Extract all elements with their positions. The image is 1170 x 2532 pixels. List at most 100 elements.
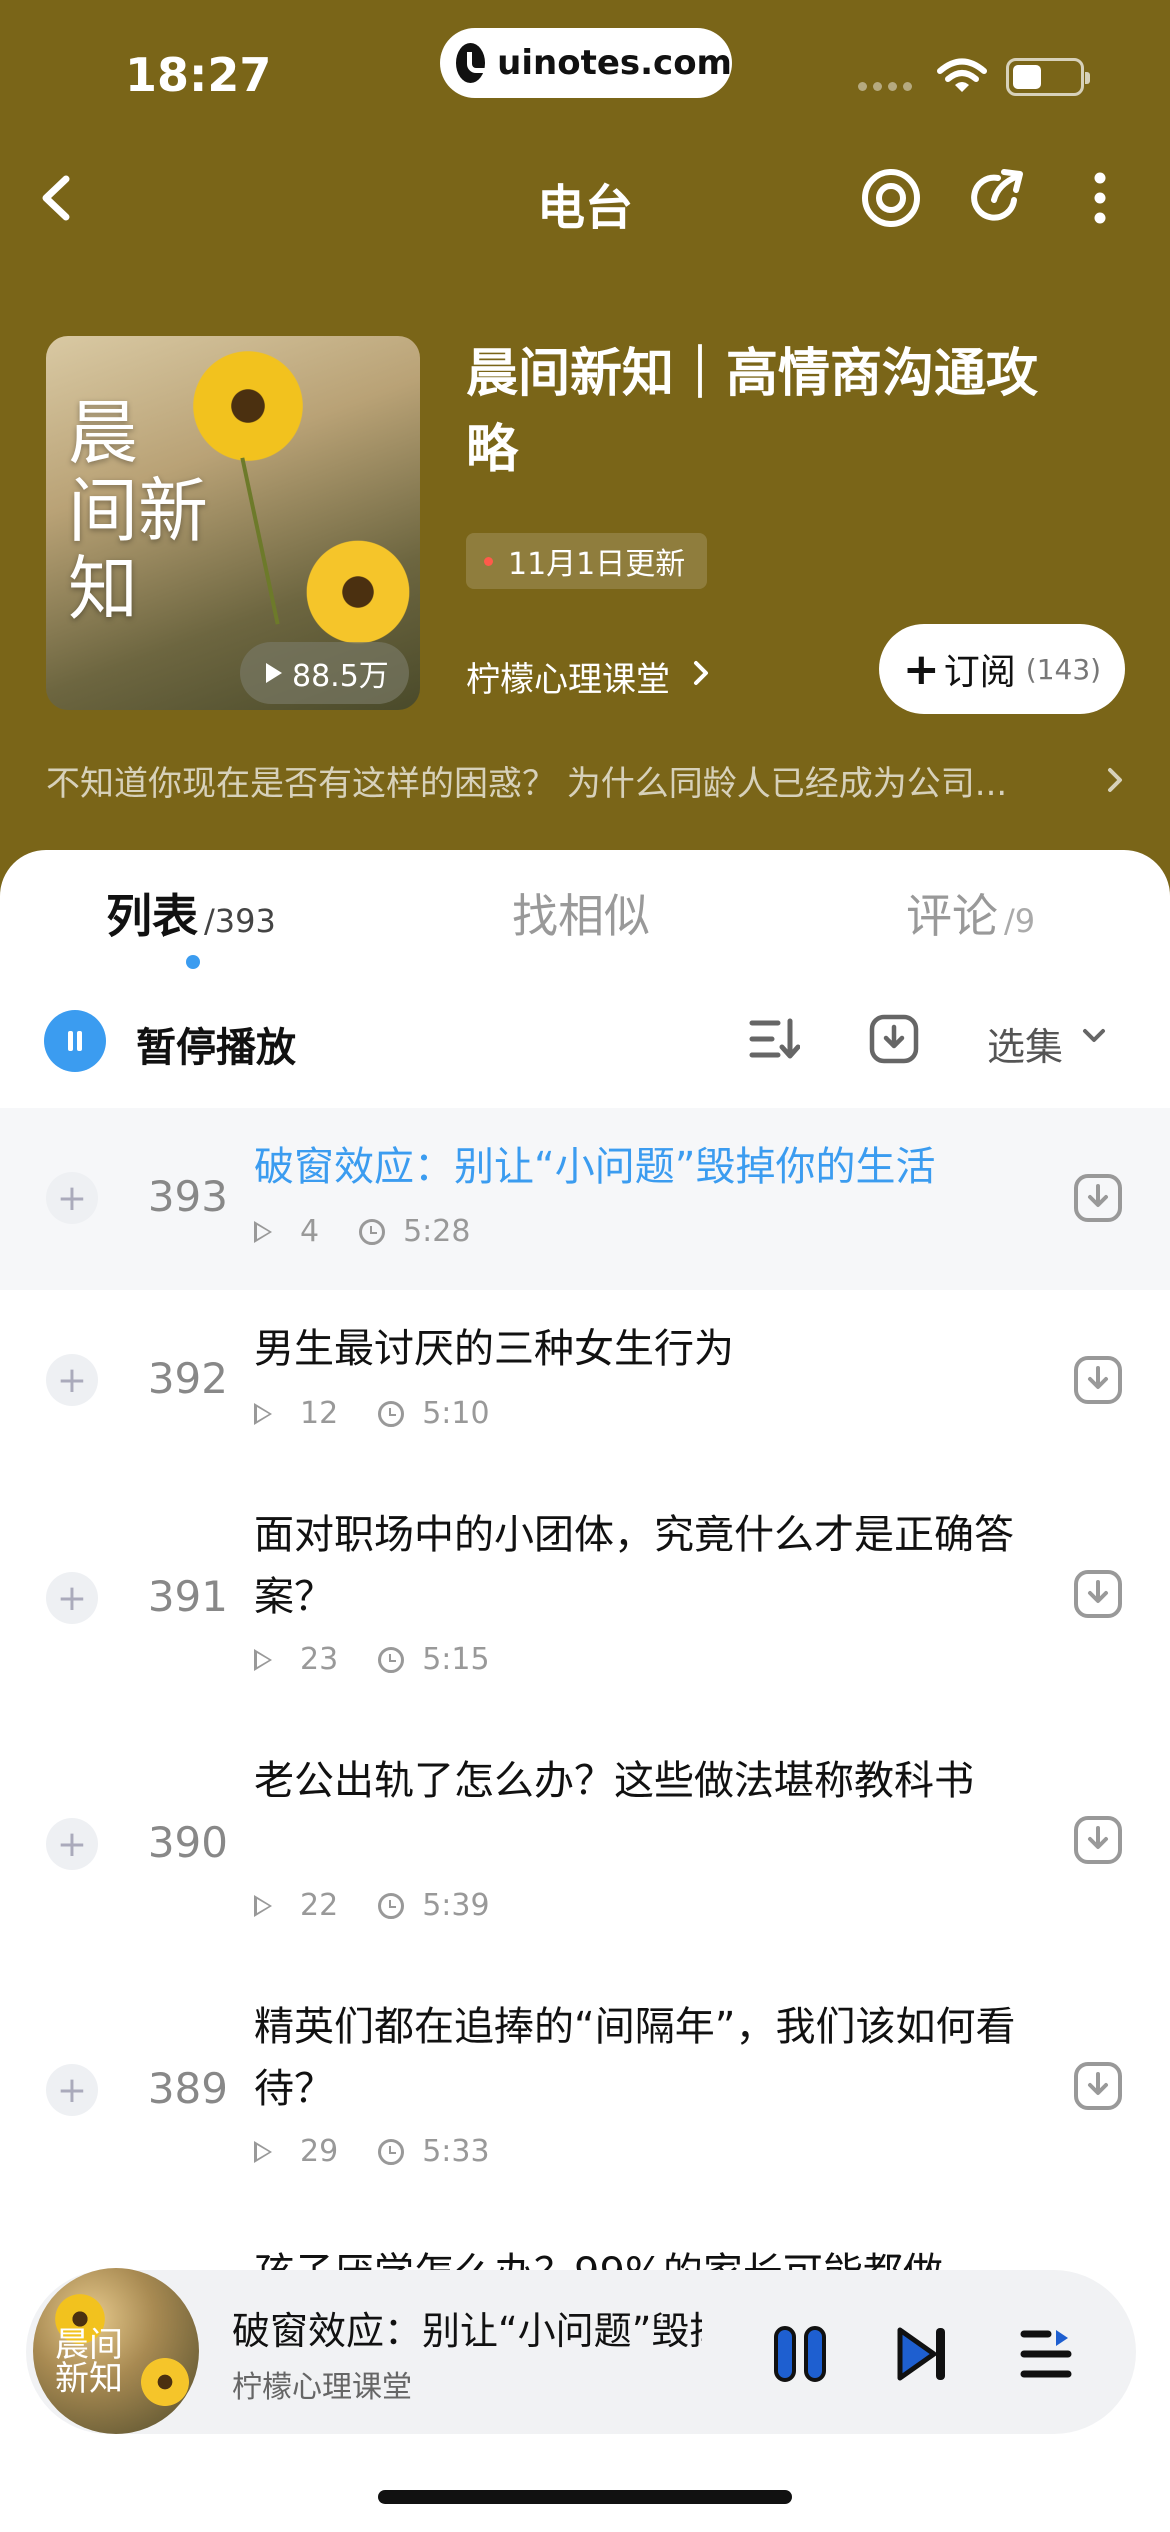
episode-duration: 5:15	[422, 1642, 490, 1677]
subscribe-count: (143)	[1025, 652, 1102, 686]
clock-icon	[378, 2138, 405, 2165]
target-icon	[862, 169, 920, 227]
play-count-icon	[254, 1402, 272, 1425]
more-button[interactable]	[1064, 162, 1136, 234]
plus-icon: +	[56, 1177, 88, 1219]
subscribe-button[interactable]: + 订阅 (143)	[879, 624, 1125, 714]
episode-plays: 12	[300, 1396, 339, 1431]
tab-label: 列表	[106, 889, 198, 943]
clock-icon	[378, 1400, 405, 1427]
episode-plays: 4	[300, 1214, 320, 1249]
cover-title: 晨 间新 知	[68, 392, 208, 630]
add-to-playlist-button[interactable]: +	[46, 1354, 98, 1406]
clock-icon	[378, 1892, 405, 1919]
chevron-right-icon	[1108, 768, 1122, 792]
album-title: 晨间新知｜高情商沟通攻略	[466, 344, 1039, 480]
next-button[interactable]	[888, 2320, 956, 2388]
tab-list[interactable]: 列表 /393	[106, 880, 276, 946]
plus-icon: +	[56, 2069, 88, 2111]
play-count-icon	[254, 1648, 272, 1671]
add-to-playlist-button[interactable]: +	[46, 2064, 98, 2116]
mini-pause-button[interactable]	[766, 2320, 834, 2388]
clock-icon	[359, 1218, 386, 1245]
episode-duration: 5:33	[422, 2134, 490, 2169]
home-indicator[interactable]	[378, 2490, 792, 2504]
tab-label: 找相似	[512, 889, 650, 943]
plus-icon: +	[56, 1823, 88, 1865]
episode-meta: 4 5:28	[254, 1214, 470, 1249]
episode-plays: 22	[300, 1888, 339, 1923]
pause-label[interactable]: 暂停播放	[136, 1015, 296, 1073]
episode-title: 精英们都在追捧的“间隔年”，我们该如何看待？	[254, 2004, 1016, 2112]
clock-icon	[378, 1646, 405, 1673]
download-icon[interactable]	[1072, 1568, 1124, 1620]
episode-duration: 5:10	[422, 1396, 490, 1431]
episode-select[interactable]: 选集	[987, 1016, 1063, 1071]
episode-duration: 5:39	[422, 1888, 490, 1923]
download-icon[interactable]	[1072, 1172, 1124, 1224]
download-all-button[interactable]	[860, 1005, 928, 1073]
active-tab-indicator	[186, 955, 200, 969]
episode-meta: 23 5:15	[254, 1642, 490, 1677]
update-badge: 11月1日更新	[466, 533, 708, 589]
sort-button[interactable]	[740, 1005, 808, 1073]
sunflower-art	[137, 2354, 193, 2410]
episode-number: 389	[147, 2064, 228, 2113]
radar-button[interactable]	[855, 162, 927, 234]
play-count-icon	[254, 1220, 272, 1243]
album-intro[interactable]: 不知道你现在是否有这样的困惑？ 为什么同龄人已经成为公司...	[46, 756, 1086, 805]
wifi-icon	[937, 58, 987, 100]
episode-number: 391	[147, 1572, 228, 1621]
add-to-playlist-button[interactable]: +	[46, 1818, 98, 1870]
plus-icon: +	[902, 643, 940, 695]
mini-player-cover[interactable]: 晨间新知	[33, 2268, 199, 2434]
album-cover[interactable]: 晨 间新 知 88.5万	[46, 336, 420, 710]
download-icon[interactable]	[1072, 2060, 1124, 2112]
episode-row[interactable]: + 390 老公出轨了怎么办？这些做法堪称教科书 22 5:39	[0, 1718, 1170, 1964]
add-to-playlist-button[interactable]: +	[46, 1172, 98, 1224]
episode-meta: 29 5:33	[254, 2134, 490, 2169]
episode-plays: 29	[300, 2134, 339, 2169]
episode-meta: 12 5:10	[254, 1396, 490, 1431]
episode-number: 390	[147, 1818, 228, 1867]
episode-row[interactable]: + 389 精英们都在追捧的“间隔年”，我们该如何看待？ 29 5:33	[0, 1964, 1170, 2210]
tab-label: 评论	[906, 889, 998, 943]
battery-icon	[1006, 58, 1090, 96]
status-time: 18:27	[125, 48, 272, 102]
plus-icon: +	[56, 1577, 88, 1619]
mini-player-title: 破窗效应：别让“小问题”毁掉你的生活	[232, 2309, 702, 2353]
play-count-icon	[254, 1894, 272, 1917]
episode-duration: 5:28	[403, 1214, 471, 1249]
download-icon[interactable]	[1072, 1814, 1124, 1866]
sunflower-art	[298, 532, 418, 652]
play-count-icon	[254, 2140, 272, 2163]
plus-icon: +	[56, 1359, 88, 1401]
tab-similar[interactable]: 找相似	[512, 880, 650, 946]
download-icon	[869, 1014, 919, 1064]
chevron-right-icon	[694, 661, 708, 685]
share-button[interactable]	[960, 162, 1032, 234]
sort-icon	[749, 1018, 800, 1059]
stem-art	[240, 457, 280, 625]
playlist-button[interactable]	[1012, 2320, 1080, 2388]
tab-count: /9	[1004, 902, 1036, 940]
author-link[interactable]: 柠檬心理课堂	[466, 652, 670, 701]
pause-button[interactable]	[44, 1010, 106, 1072]
tab-comments[interactable]: 评论 /9	[906, 880, 1035, 946]
add-to-playlist-button[interactable]: +	[46, 1572, 98, 1624]
episode-row[interactable]: + 392 男生最讨厌的三种女生行为 12 5:10	[0, 1290, 1170, 1472]
chevron-down-icon	[1083, 1029, 1105, 1042]
subscribe-label: 订阅	[943, 652, 1016, 693]
playlist-icon	[1020, 2330, 1072, 2378]
episode-number: 392	[147, 1354, 228, 1403]
play-count: 88.5万	[240, 642, 409, 704]
episode-number: 393	[147, 1172, 228, 1221]
episode-meta: 22 5:39	[254, 1888, 490, 1923]
download-icon[interactable]	[1072, 1354, 1124, 1406]
episode-plays: 23	[300, 1642, 339, 1677]
episode-row[interactable]: + 393 破窗效应：别让“小问题”毁掉你的生活 4 5:28	[0, 1108, 1170, 1290]
share-icon	[971, 169, 1023, 221]
episode-row[interactable]: + 391 面对职场中的小团体，究竟什么才是正确答案？ 23 5:15	[0, 1472, 1170, 1718]
url-pill[interactable]: uinotes.com	[440, 28, 732, 98]
back-button[interactable]	[30, 165, 90, 231]
